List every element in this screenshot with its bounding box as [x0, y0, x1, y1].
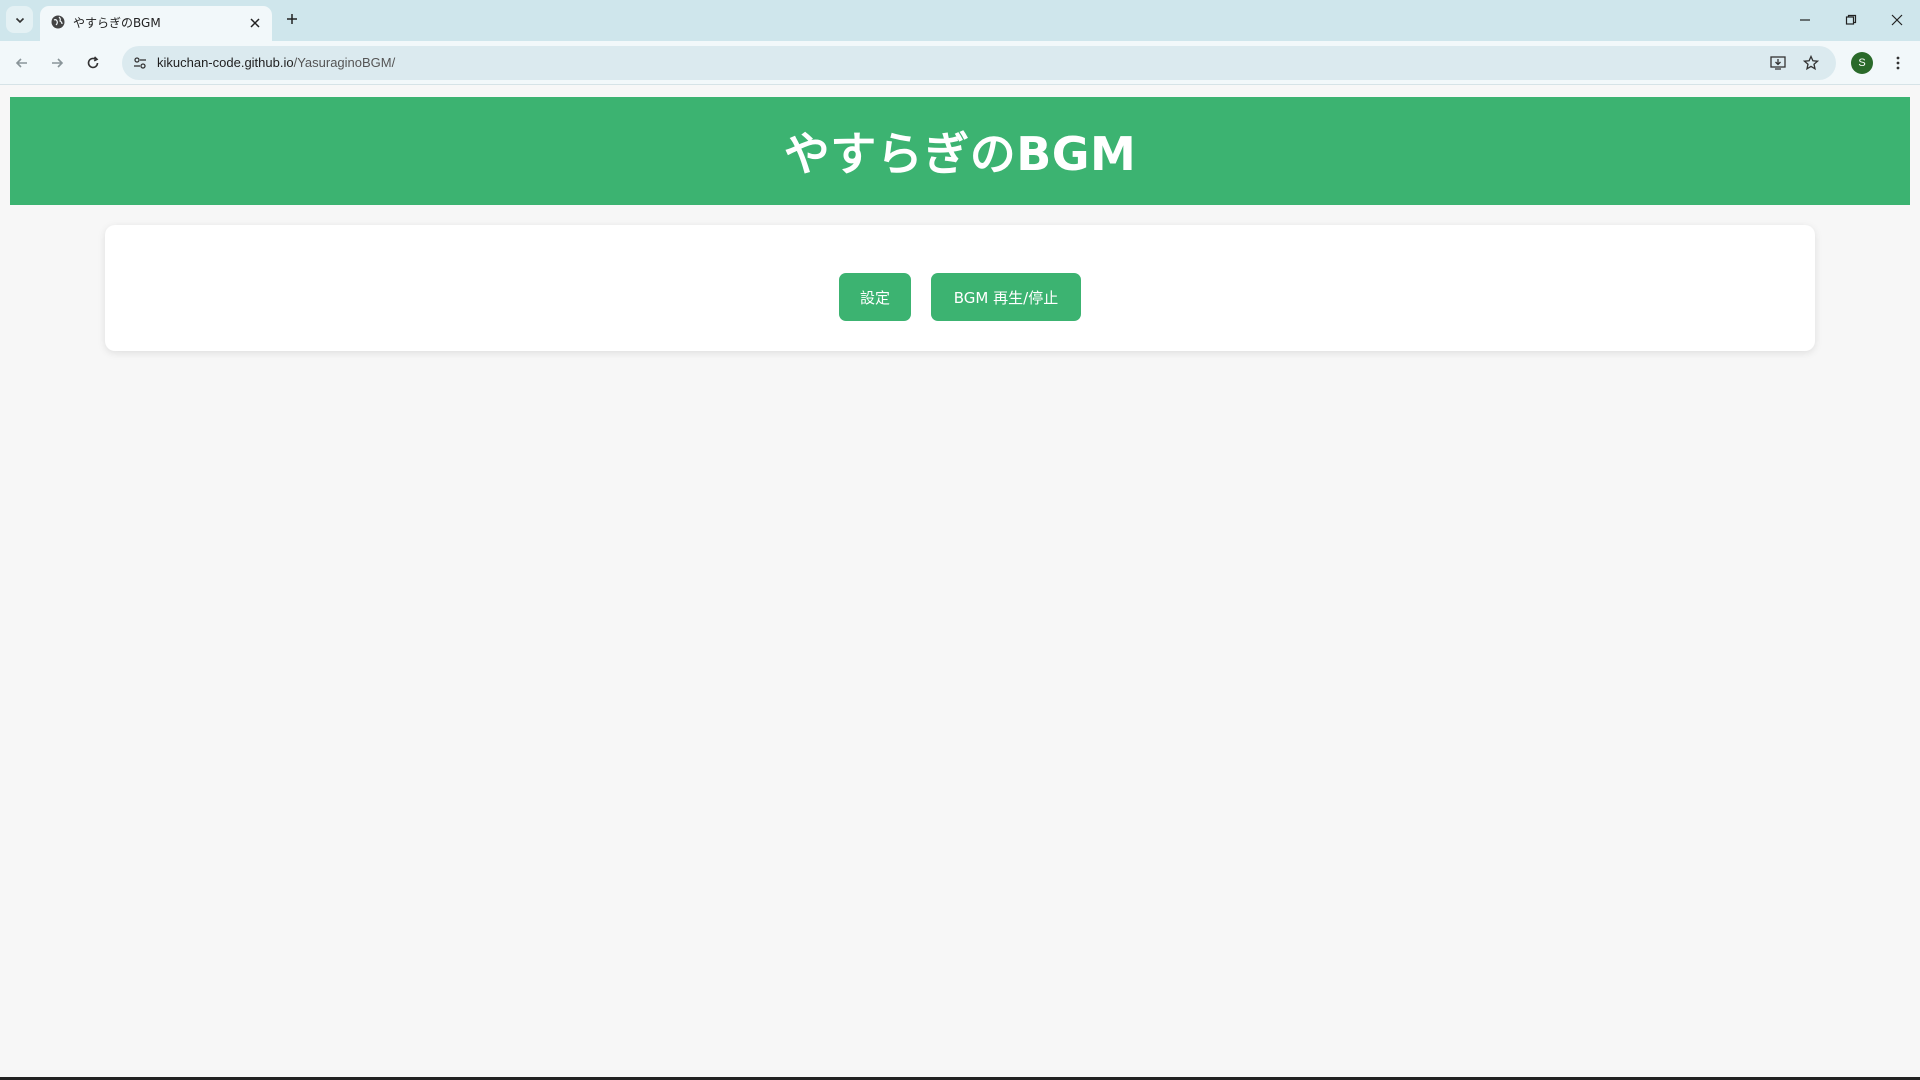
minimize-button[interactable]: [1792, 8, 1818, 32]
restore-icon: [1845, 14, 1857, 25]
back-button[interactable]: [9, 50, 35, 76]
page-title: やすらぎのBGM: [783, 127, 1137, 181]
arrow-right-icon: [52, 58, 64, 68]
globe-icon: [51, 15, 65, 29]
close-window-button[interactable]: [1884, 8, 1910, 32]
url-path: /YasuraginoBGM/: [293, 55, 396, 70]
tab-title: やすらぎのBGM: [73, 16, 161, 30]
more-vert-icon: [1896, 56, 1900, 70]
close-icon: [1891, 14, 1903, 26]
forward-button[interactable]: [44, 50, 70, 76]
tab-strip: やすらぎのBGM: [0, 0, 1920, 41]
profile-avatar[interactable]: S: [1851, 52, 1873, 74]
install-icon: [1770, 56, 1786, 70]
browser-toolbar: kikuchan-code.github.io/YasuraginoBGM/ S: [0, 41, 1920, 85]
tab-close-button[interactable]: [246, 14, 264, 32]
page-viewport: やすらぎのBGM 設定 BGM 再生/停止: [0, 86, 1920, 1078]
url-text[interactable]: kikuchan-code.github.io/YasuraginoBGM/: [157, 55, 395, 70]
bookmark-button[interactable]: [1800, 53, 1822, 73]
browser-menu-button[interactable]: [1888, 52, 1908, 74]
restore-button[interactable]: [1838, 8, 1864, 32]
chevron-down-icon: [15, 17, 24, 23]
reload-button[interactable]: [80, 50, 106, 76]
settings-button[interactable]: 設定: [839, 273, 911, 321]
star-icon: [1803, 55, 1819, 71]
minimize-icon: [1800, 19, 1810, 21]
plus-icon: [287, 14, 297, 24]
tab-search-button[interactable]: [6, 6, 33, 33]
page-header: やすらぎのBGM: [10, 97, 1910, 205]
address-bar[interactable]: kikuchan-code.github.io/YasuraginoBGM/: [122, 46, 1836, 80]
reload-icon: [87, 56, 99, 69]
site-info-button[interactable]: [130, 53, 150, 73]
controls-card: 設定 BGM 再生/停止: [105, 225, 1815, 351]
bgm-play-stop-button[interactable]: BGM 再生/停止: [931, 273, 1081, 321]
active-tab[interactable]: やすらぎのBGM: [40, 6, 272, 41]
url-host: kikuchan-code.github.io: [157, 55, 294, 70]
close-icon: [250, 18, 260, 28]
install-app-button[interactable]: [1767, 53, 1789, 73]
arrow-left-icon: [15, 58, 27, 68]
new-tab-button[interactable]: [281, 8, 303, 30]
tune-icon: [134, 57, 146, 69]
